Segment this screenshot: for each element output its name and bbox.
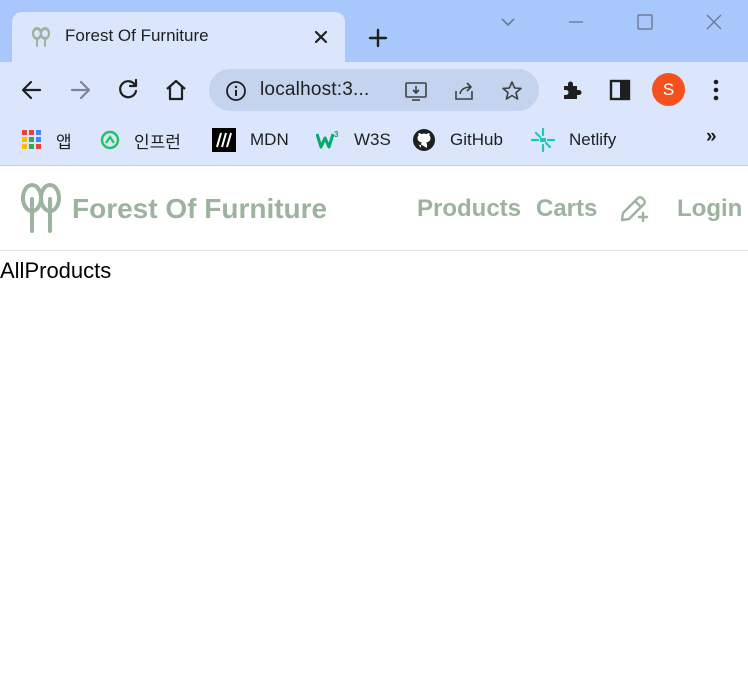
browser-toolbar: localhost:3... S bbox=[0, 62, 748, 118]
all-products-text: AllProducts bbox=[0, 258, 112, 283]
maximize-icon[interactable] bbox=[633, 10, 657, 34]
bookmarks-bar: 앱 인프런 MDN 3 W3S GitHub Netlify » bbox=[0, 118, 748, 166]
apps-grid-icon bbox=[22, 130, 41, 149]
bookmark-star-icon[interactable] bbox=[500, 79, 524, 103]
bookmark-label: 앱 bbox=[56, 132, 72, 152]
share-icon[interactable] bbox=[452, 79, 476, 103]
close-window-icon[interactable] bbox=[702, 10, 726, 34]
brand-title[interactable]: Forest Of Furniture bbox=[72, 193, 327, 225]
address-bar[interactable]: localhost:3... bbox=[209, 69, 539, 111]
netlify-icon bbox=[531, 128, 555, 152]
tree-favicon-icon bbox=[31, 27, 51, 47]
bookmark-label: GitHub bbox=[450, 130, 503, 149]
svg-text:3: 3 bbox=[334, 130, 339, 139]
close-tab-icon[interactable] bbox=[310, 26, 332, 48]
reload-icon[interactable] bbox=[114, 76, 142, 104]
install-app-icon[interactable] bbox=[404, 79, 428, 103]
bookmark-label: MDN bbox=[250, 130, 289, 149]
nav-login-link[interactable]: Login bbox=[677, 195, 742, 223]
bookmark-label: Netlify bbox=[569, 130, 617, 149]
forward-icon[interactable] bbox=[66, 76, 94, 104]
github-icon bbox=[413, 129, 435, 151]
mdn-icon bbox=[212, 128, 236, 152]
more-menu-icon[interactable] bbox=[702, 76, 730, 104]
site-info-icon[interactable] bbox=[225, 80, 247, 102]
back-icon[interactable] bbox=[18, 76, 46, 104]
home-icon[interactable] bbox=[162, 76, 190, 104]
address-text[interactable]: localhost:3... bbox=[260, 79, 369, 101]
bookmark-netlify[interactable]: Netlify bbox=[531, 126, 616, 154]
web-page: Forest Of Furniture Products Carts Login… bbox=[0, 166, 748, 691]
site-header: Forest Of Furniture Products Carts Login bbox=[0, 166, 748, 251]
bookmark-github[interactable]: GitHub bbox=[412, 126, 503, 154]
tab-search-chevron-icon[interactable] bbox=[496, 10, 520, 34]
bookmark-inflearn[interactable]: 인프런 bbox=[100, 126, 181, 154]
tree-logo-icon[interactable] bbox=[20, 182, 62, 234]
minimize-icon[interactable] bbox=[564, 10, 588, 34]
browser-titlebar: Forest Of Furniture bbox=[0, 0, 748, 62]
edit-pencil-icon[interactable] bbox=[618, 192, 650, 224]
bookmark-w3s[interactable]: 3 W3S bbox=[316, 126, 391, 154]
extensions-puzzle-icon[interactable] bbox=[558, 76, 586, 104]
side-panel-icon[interactable] bbox=[606, 76, 634, 104]
tab-title: Forest Of Furniture bbox=[65, 26, 209, 45]
browser-tab[interactable]: Forest Of Furniture bbox=[12, 12, 345, 62]
bookmark-label: 인프런 bbox=[134, 132, 181, 152]
new-tab-icon[interactable] bbox=[364, 24, 392, 52]
profile-avatar[interactable]: S bbox=[652, 73, 685, 106]
bookmark-label: W3S bbox=[354, 130, 391, 149]
bookmark-mdn[interactable]: MDN bbox=[212, 126, 289, 154]
more-bookmarks-chevron[interactable]: » bbox=[706, 126, 717, 148]
nav-carts-link[interactable]: Carts bbox=[536, 195, 597, 223]
bookmark-apps[interactable]: 앱 bbox=[22, 126, 72, 154]
nav-products-link[interactable]: Products bbox=[417, 195, 521, 223]
inflearn-icon bbox=[100, 130, 120, 150]
w3schools-icon: 3 bbox=[316, 130, 339, 149]
